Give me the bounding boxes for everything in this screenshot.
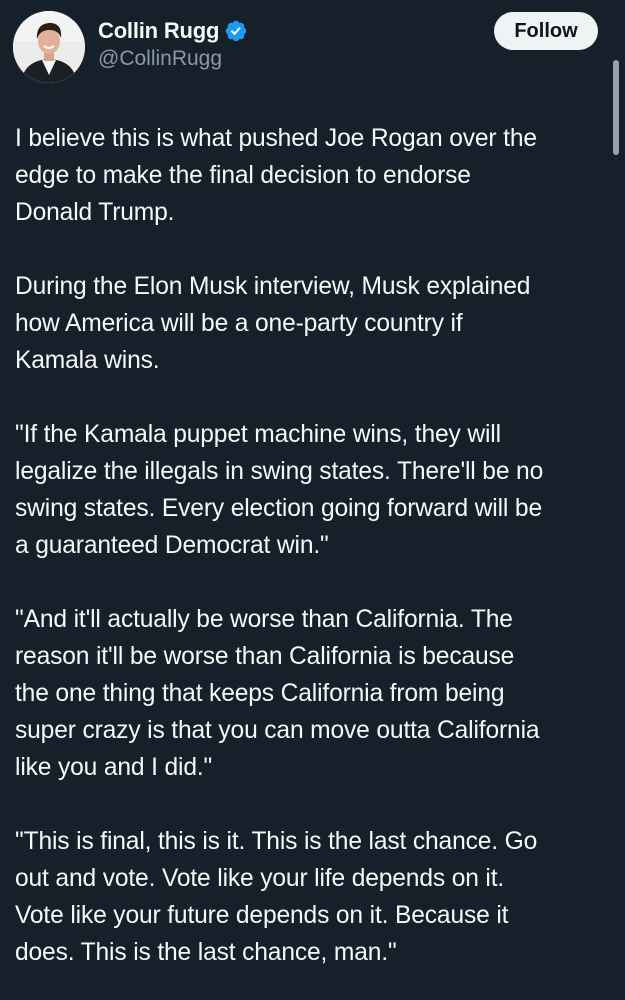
author-handle[interactable]: @CollinRugg	[98, 47, 222, 71]
scrollbar-thumb[interactable]	[613, 60, 619, 155]
tweet-text: I believe this is what pushed Joe Rogan …	[15, 120, 613, 971]
tweet-header: Collin Rugg @CollinRugg Follow	[0, 0, 625, 100]
tweet-paragraph: I believe this is what pushed Joe Rogan …	[15, 125, 537, 226]
display-name[interactable]: Collin Rugg	[98, 18, 219, 44]
tweet-paragraph: "This is final, this is it. This is the …	[15, 828, 538, 966]
verified-badge-icon	[224, 19, 248, 43]
tweet-paragraph: During the Elon Musk interview, Musk exp…	[15, 273, 531, 374]
profile-photo-icon	[13, 11, 85, 83]
avatar[interactable]	[13, 11, 85, 83]
follow-button[interactable]: Follow	[494, 12, 598, 50]
author-name-row[interactable]: Collin Rugg	[98, 15, 248, 47]
tweet-paragraph: "And it'll actually be worse than Califo…	[15, 606, 540, 781]
tweet-paragraph: "If the Kamala puppet machine wins, they…	[15, 421, 544, 559]
